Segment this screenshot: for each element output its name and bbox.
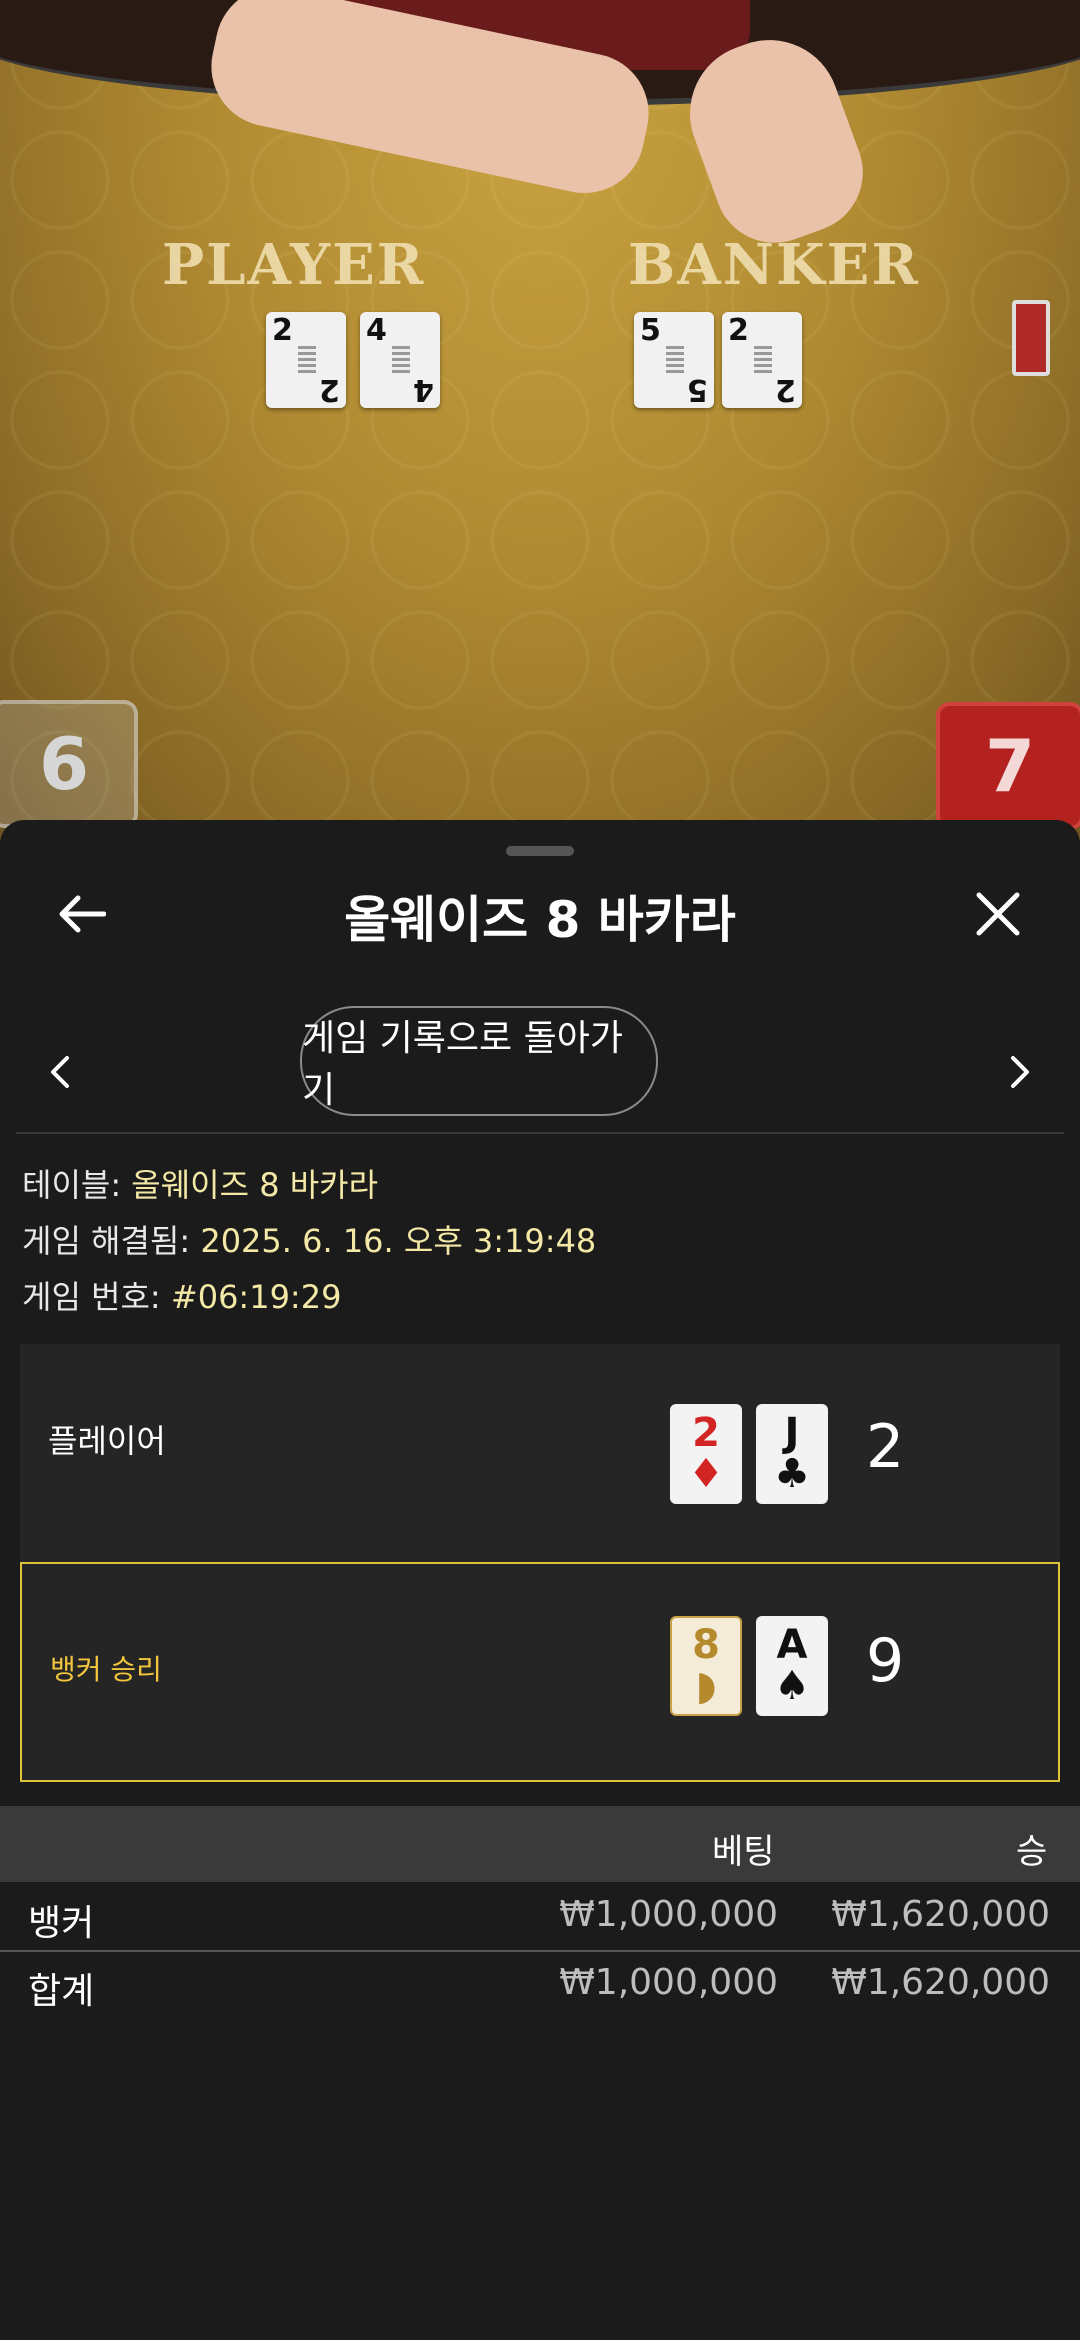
- close-button[interactable]: [966, 882, 1030, 946]
- info-table-value: 올웨이즈 8 바카라: [131, 1166, 379, 1204]
- card-rank: J: [784, 1410, 800, 1456]
- table-row: 합계 ₩1,000,000 ₩1,620,000: [0, 1952, 1080, 2016]
- card-face-pattern: [298, 346, 316, 374]
- column-header-win: 승: [1016, 1832, 1048, 1872]
- bet-row-bet-amount: ₩1,000,000: [559, 1894, 778, 1935]
- card-rank: 5: [640, 313, 661, 348]
- bet-row-label: 뱅커: [28, 1903, 95, 1944]
- card-rank: 2: [692, 1410, 720, 1456]
- player-hand-score: 2: [866, 1412, 905, 1482]
- column-header-bet: 베팅: [712, 1832, 775, 1872]
- chevron-right-icon: [1011, 1056, 1029, 1088]
- card-face-pattern: [666, 346, 684, 374]
- gold-crescent-icon: ◗: [695, 1663, 717, 1709]
- info-number-value: #06:19:29: [170, 1278, 342, 1316]
- card-face-pattern: [392, 346, 410, 374]
- chevron-left-icon: [51, 1056, 69, 1088]
- table-player-card-2: 4 4: [360, 312, 440, 408]
- bet-row-win-amount: ₩1,620,000: [831, 1894, 1050, 1935]
- card-rank-inverted: 2: [319, 372, 340, 407]
- divider: [16, 1132, 1064, 1134]
- table-player-card-1: 2 2: [266, 312, 346, 408]
- card-rank: 2: [728, 313, 749, 348]
- card-rank-inverted: 5: [687, 372, 708, 407]
- banker-win-label: 뱅커 승리: [50, 1653, 162, 1686]
- banker-score-badge: 7: [936, 702, 1080, 830]
- spade-suit-icon: ♠: [774, 1663, 810, 1709]
- info-table-label: 테이블:: [22, 1166, 132, 1204]
- card-rank: 8: [692, 1622, 720, 1668]
- bet-total-win-amount: ₩1,620,000: [831, 1962, 1050, 2003]
- next-game-button[interactable]: [996, 1042, 1044, 1102]
- felt-banker-label: BANKER: [628, 232, 920, 298]
- card-rank-inverted: 4: [413, 372, 434, 407]
- banker-card-2: A ♠: [756, 1616, 828, 1716]
- game-history-sheet: 올웨이즈 8 바카라 게임 기록으로 돌아가기 테이블: 올웨이즈 8 바카라 …: [0, 820, 1080, 2340]
- banker-hand-score: 9: [866, 1626, 905, 1696]
- card-rank: 4: [366, 313, 387, 348]
- player-hand-label: 플레이어: [48, 1422, 166, 1460]
- table-banker-card-2: 2 2: [722, 312, 802, 408]
- player-score-badge: 6: [0, 700, 138, 828]
- info-number-label: 게임 번호:: [22, 1278, 171, 1316]
- page-title: 올웨이즈 8 바카라: [344, 891, 736, 949]
- sheet-drag-handle[interactable]: [506, 846, 574, 856]
- close-icon: [976, 892, 1020, 936]
- back-to-history-button[interactable]: 게임 기록으로 돌아가기: [300, 1006, 658, 1116]
- card-face-pattern: [754, 346, 772, 374]
- banker-card-1: 8 ◗: [670, 1616, 742, 1716]
- info-resolved: 게임 해결됨: 2025. 6. 16. 오후 3:19:48: [22, 1216, 596, 1262]
- diamond-suit-icon: ♦: [688, 1451, 724, 1497]
- card-shoe: [1012, 300, 1050, 376]
- card-rank: 2: [272, 313, 293, 348]
- info-resolved-label: 게임 해결됨:: [22, 1222, 201, 1260]
- info-game-number: 게임 번호: #06:19:29: [22, 1272, 341, 1318]
- player-hand-row: 플레이어 2 ♦ J ♣ 2: [20, 1344, 1060, 1564]
- bet-total-label: 합계: [28, 1971, 95, 2012]
- info-resolved-value: 2025. 6. 16. 오후 3:19:48: [200, 1222, 597, 1260]
- card-rank: A: [776, 1622, 808, 1668]
- bet-total-bet-amount: ₩1,000,000: [559, 1962, 778, 2003]
- table-row: 뱅커 ₩1,000,000 ₩1,620,000: [0, 1884, 1080, 1948]
- banker-hand-row: 뱅커 승리 8 ◗ A ♠ 9: [20, 1562, 1060, 1782]
- player-card-2: J ♣: [756, 1404, 828, 1504]
- previous-game-button[interactable]: [36, 1042, 84, 1102]
- bets-table-header: 베팅 승: [0, 1806, 1080, 1882]
- player-card-1: 2 ♦: [670, 1404, 742, 1504]
- info-table: 테이블: 올웨이즈 8 바카라: [22, 1160, 378, 1206]
- club-suit-icon: ♣: [774, 1451, 810, 1497]
- live-video-view: PLAYER BANKER 2 2 4 4 5 5 2 2 6 7: [0, 0, 1080, 840]
- card-rank-inverted: 2: [775, 372, 796, 407]
- table-banker-card-1: 5 5: [634, 312, 714, 408]
- felt-player-label: PLAYER: [162, 232, 426, 298]
